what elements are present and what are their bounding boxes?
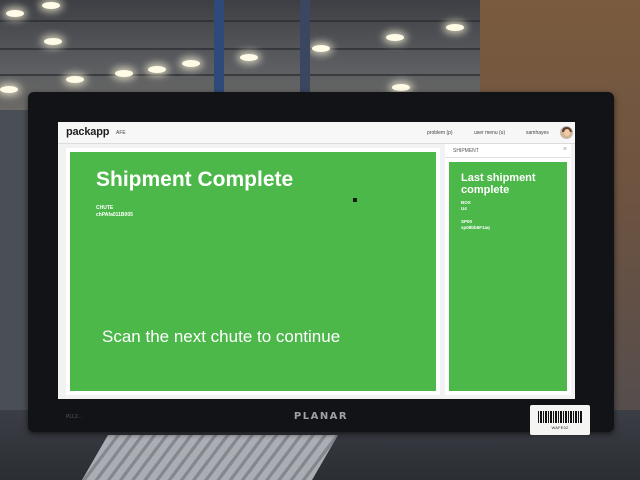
- barcode-text: WAFE02: [551, 424, 569, 430]
- chute-label: CHUTE: [96, 205, 114, 211]
- side-panel-body: Last shipment complete BOX U4 SP00 sp08b…: [445, 158, 571, 395]
- shipment-status-card: Shipment Complete CHUTE chPAfa011B005 Sc…: [70, 152, 436, 391]
- last-shipment-card: Last shipment complete BOX U4 SP00 sp08b…: [449, 162, 567, 391]
- problem-link[interactable]: problem (p): [427, 130, 453, 136]
- monitor-brand-logo: PLANAR: [293, 411, 349, 422]
- main-panel: Shipment Complete CHUTE chPAfa011B005 Sc…: [66, 148, 440, 395]
- barcode-icon: [538, 410, 582, 423]
- ceiling-light: [148, 66, 166, 73]
- user-menu-link[interactable]: user menu (u): [474, 130, 505, 136]
- app-header: packapp AFE problem (p) user menu (u) sa…: [58, 122, 575, 144]
- sp-label: SP00: [461, 219, 473, 224]
- app-screen: packapp AFE problem (p) user menu (u) sa…: [58, 122, 575, 399]
- close-icon[interactable]: ×: [563, 146, 567, 153]
- mouse-cursor-icon: [353, 198, 357, 202]
- ceiling-light: [42, 2, 60, 9]
- ceiling-light: [0, 86, 18, 93]
- ceiling-light: [66, 76, 84, 83]
- side-panel-title: SHIPMENT: [453, 148, 479, 154]
- username-label[interactable]: samhayes: [526, 130, 549, 136]
- ceiling-light: [312, 45, 330, 52]
- box-value: U4: [461, 206, 467, 211]
- app-logo: packapp: [66, 126, 110, 138]
- conveyor-rollers: [82, 435, 338, 480]
- ceiling-light: [392, 84, 410, 91]
- ceiling-light: [44, 38, 62, 45]
- avatar-face: [564, 129, 570, 136]
- site-label: AFE: [116, 130, 126, 136]
- ceiling-light: [446, 24, 464, 31]
- scan-instruction: Scan the next chute to continue: [102, 327, 341, 346]
- status-title: Shipment Complete: [96, 168, 294, 191]
- ceiling-light: [6, 10, 24, 17]
- avatar[interactable]: [560, 126, 573, 139]
- box-label: BOX: [461, 200, 471, 205]
- ceiling-light: [240, 54, 258, 61]
- side-panel-header: SHIPMENT ×: [445, 144, 571, 158]
- ceiling-light: [386, 34, 404, 41]
- barcode-sticker: WAFE02: [530, 405, 590, 435]
- ceiling-light: [115, 70, 133, 77]
- chute-value: chPAfa011B005: [96, 212, 133, 218]
- sp-value: sp08bb6F1aq: [461, 225, 490, 230]
- shipment-side-panel: SHIPMENT × Last shipment complete BOX U4…: [445, 144, 571, 395]
- ceiling-light: [182, 60, 200, 67]
- last-shipment-title: Last shipment complete: [461, 172, 536, 196]
